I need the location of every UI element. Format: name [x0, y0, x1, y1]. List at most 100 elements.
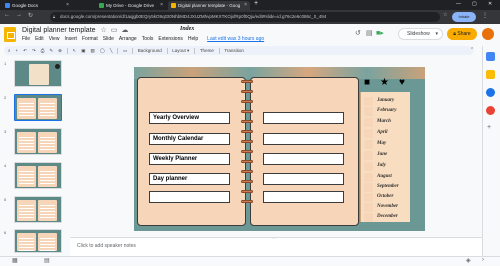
undo-icon[interactable]: ↶: [23, 48, 27, 54]
month-tab-august[interactable]: August: [377, 174, 392, 179]
maximize-icon[interactable]: ▢: [472, 1, 477, 7]
month-tab-november[interactable]: November: [377, 204, 398, 209]
image-icon[interactable]: ▨: [90, 48, 94, 54]
month-tab-march[interactable]: March: [377, 119, 391, 124]
zoom-icon[interactable]: ⊕: [58, 48, 62, 54]
document-title[interactable]: Digital planner template ☆ ▭ ☁: [22, 26, 128, 34]
back-icon[interactable]: ←: [4, 12, 10, 18]
heart-tab-icon[interactable]: ♥: [399, 77, 405, 88]
menu-file[interactable]: File: [22, 36, 30, 42]
close-icon[interactable]: ×: [66, 2, 69, 8]
slide-thumbnail-6[interactable]: [14, 229, 62, 253]
url-input[interactable]: 🔒︎ docs.google.com/presentation/d/1aqjgb…: [50, 12, 440, 22]
minimize-icon[interactable]: —: [456, 1, 461, 7]
slide-thumbnail-1[interactable]: [14, 60, 62, 87]
close-window-icon[interactable]: ✕: [488, 1, 492, 7]
profile-chip[interactable]: Inhale: [452, 12, 476, 22]
right-entry-5[interactable]: [263, 191, 344, 203]
paint-format-icon[interactable]: ✎: [49, 48, 53, 54]
right-entry-1[interactable]: [263, 112, 344, 124]
star-icon[interactable]: ☆: [101, 27, 107, 34]
tab-google-docs[interactable]: Google Docs ×: [2, 1, 72, 10]
shape-icon[interactable]: ◯: [100, 48, 105, 54]
menu-slide[interactable]: Slide: [103, 36, 114, 42]
menu-view[interactable]: View: [49, 36, 60, 42]
star-tab-icon[interactable]: ★: [380, 77, 389, 88]
calendar-icon[interactable]: [486, 52, 495, 61]
menu-extensions[interactable]: Extensions: [158, 36, 182, 42]
add-ons-icon[interactable]: +: [487, 124, 491, 131]
entry-monthly-calendar[interactable]: Monthly Calendar: [149, 133, 230, 145]
menu-insert[interactable]: Insert: [64, 36, 77, 42]
redo-icon[interactable]: ↷: [32, 48, 36, 54]
tasks-icon[interactable]: [486, 88, 495, 97]
month-tab-june[interactable]: June: [377, 152, 387, 157]
month-tab-december[interactable]: December: [377, 214, 398, 219]
slides-logo-icon[interactable]: [4, 27, 16, 42]
chevron-down-icon[interactable]: ▾: [435, 29, 438, 40]
close-icon[interactable]: ×: [244, 2, 247, 8]
comment-add-icon[interactable]: ▭: [123, 48, 127, 54]
reload-icon[interactable]: ↻: [28, 12, 33, 19]
tab-my-drive[interactable]: My Drive - Google Drive ×: [96, 1, 166, 10]
transition-button[interactable]: Transition: [224, 48, 244, 53]
slide-thumbnail-2[interactable]: [14, 94, 62, 121]
right-entry-2[interactable]: [263, 133, 344, 145]
entry-yearly-overview[interactable]: Yearly Overview: [149, 112, 230, 124]
month-tab-february[interactable]: February: [377, 108, 396, 113]
entry-blank[interactable]: [149, 191, 230, 203]
slide-thumbnail-3[interactable]: [14, 128, 62, 155]
search-menus-icon[interactable]: ⌕: [8, 48, 11, 53]
bookmark-icon[interactable]: ☆: [443, 12, 447, 18]
new-tab-button[interactable]: +: [254, 0, 258, 7]
menu-tools[interactable]: Tools: [142, 36, 154, 42]
meet-icon[interactable]: ■▸: [376, 29, 392, 39]
filmstrip-view-icon[interactable]: ▤: [44, 257, 50, 264]
right-entry-3[interactable]: [263, 153, 344, 165]
theme-button[interactable]: Theme: [200, 48, 214, 53]
move-folder-icon[interactable]: ▭: [111, 27, 118, 34]
slide-thumbnail-4[interactable]: [14, 162, 62, 189]
menu-help[interactable]: Help: [188, 36, 198, 42]
last-edit-link[interactable]: Last edit was 3 hours ago: [207, 36, 264, 42]
notes-resize-handle[interactable]: ⋯: [272, 236, 276, 241]
menu-edit[interactable]: Edit: [35, 36, 44, 42]
line-icon[interactable]: ╲: [110, 48, 113, 54]
speaker-notes-field[interactable]: Click to add speaker notes: [70, 237, 482, 256]
month-tab-january[interactable]: January: [377, 98, 394, 103]
side-panel-toggle-icon[interactable]: ›: [482, 257, 484, 263]
text-box-icon[interactable]: ▣: [81, 48, 85, 54]
share-button[interactable]: 🔒︎ Share: [447, 28, 477, 40]
avatar[interactable]: [482, 28, 494, 40]
entry-day-planner[interactable]: Day planner: [149, 173, 230, 185]
explore-icon[interactable]: ◈: [466, 257, 471, 264]
slides-favicon-icon: [171, 3, 176, 8]
history-icon[interactable]: ↺: [355, 29, 361, 37]
month-tab-october[interactable]: October: [377, 194, 393, 199]
keep-icon[interactable]: [486, 70, 495, 79]
print-icon[interactable]: ⎙: [41, 48, 45, 53]
grid-view-icon[interactable]: ▦: [12, 257, 18, 264]
layout-button[interactable]: Layout ▾: [172, 48, 189, 54]
slideshow-button[interactable]: Slideshow ▾: [398, 28, 443, 40]
maps-icon[interactable]: [486, 106, 495, 115]
square-tab-icon[interactable]: ■: [364, 77, 370, 88]
background-button[interactable]: Background: [138, 48, 162, 53]
month-tab-may[interactable]: May: [377, 141, 386, 146]
close-icon[interactable]: ×: [160, 2, 163, 8]
collapse-toolbar-icon[interactable]: ⌃: [470, 47, 474, 53]
comment-icon[interactable]: ▤: [366, 29, 373, 37]
menu-arrange[interactable]: Arrange: [119, 36, 137, 42]
month-tab-july[interactable]: July: [377, 163, 386, 168]
new-slide-icon[interactable]: +: [16, 48, 19, 53]
tab-digital-planner[interactable]: Digital planner template - Goog ×: [168, 1, 250, 10]
menu-format[interactable]: Format: [82, 36, 98, 42]
right-entry-4[interactable]: [263, 173, 344, 185]
slide-thumbnail-5[interactable]: [14, 196, 62, 223]
forward-icon[interactable]: →: [16, 12, 22, 18]
select-icon[interactable]: ↖: [72, 48, 76, 54]
month-tab-april[interactable]: April: [377, 130, 388, 135]
entry-weekly-planner[interactable]: Weekly Planner: [149, 153, 230, 165]
month-tab-september[interactable]: September: [377, 184, 399, 189]
menu-icon[interactable]: ⋮: [482, 12, 488, 19]
